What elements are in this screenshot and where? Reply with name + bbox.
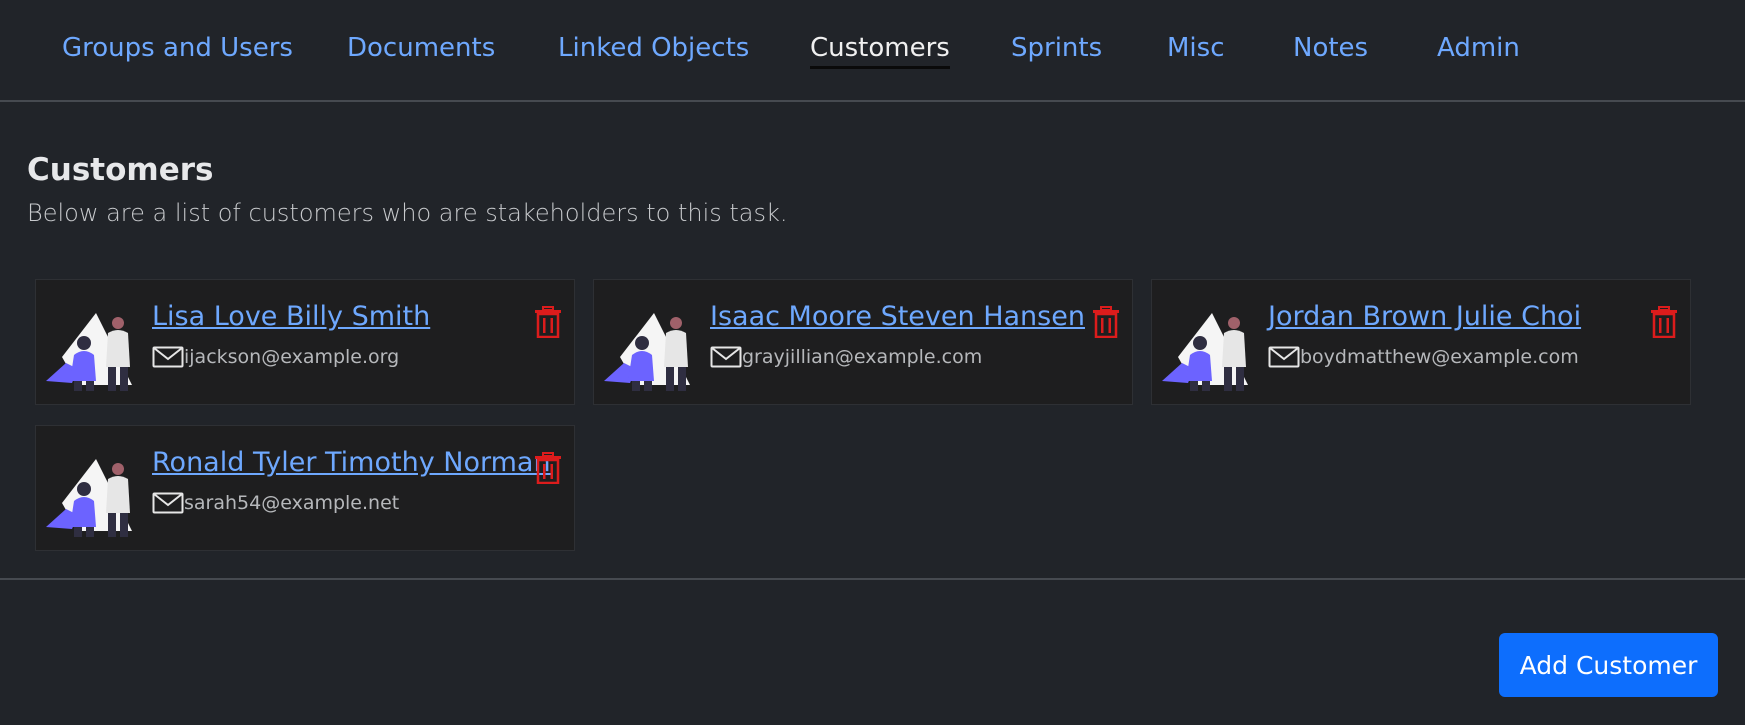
tab-documents[interactable]: Documents [347, 31, 495, 65]
envelope-icon [152, 492, 184, 514]
customer-name-link[interactable]: Isaac Moore Steven Hansen [710, 301, 1085, 332]
tab-admin[interactable]: Admin [1437, 31, 1520, 65]
envelope-icon [710, 346, 742, 368]
customer-name-link[interactable]: Jordan Brown Julie Choi [1268, 301, 1581, 332]
people-illustration [46, 313, 132, 391]
trash-icon[interactable] [534, 306, 562, 338]
section-divider [0, 578, 1745, 580]
people-illustration [46, 459, 132, 537]
envelope-icon [152, 346, 184, 368]
people-illustration [604, 313, 690, 391]
customer-card: Ronald Tyler Timothy Norman sarah54@exam… [35, 425, 575, 551]
customer-name-link[interactable]: Lisa Love Billy Smith [152, 301, 430, 332]
trash-icon[interactable] [1092, 306, 1120, 338]
tab-linked-objects[interactable]: Linked Objects [558, 31, 749, 65]
customer-card: Isaac Moore Steven Hansen grayjillian@ex… [593, 279, 1133, 405]
customer-card: Lisa Love Billy Smith ijackson@example.o… [35, 279, 575, 405]
trash-icon[interactable] [534, 452, 562, 484]
tab-misc[interactable]: Misc [1167, 31, 1225, 65]
customer-email: sarah54@example.net [184, 492, 400, 514]
tab-bar: Groups and Users Documents Linked Object… [0, 0, 1745, 102]
add-customer-button[interactable]: Add Customer [1499, 633, 1718, 697]
envelope-icon [1268, 346, 1300, 368]
customer-name-link[interactable]: Ronald Tyler Timothy Norman [152, 447, 551, 478]
tab-notes[interactable]: Notes [1293, 31, 1368, 65]
customer-card: Jordan Brown Julie Choi boydmatthew@exam… [1151, 279, 1691, 405]
tab-groups-and-users[interactable]: Groups and Users [62, 31, 293, 65]
trash-icon[interactable] [1650, 306, 1678, 338]
tab-sprints[interactable]: Sprints [1011, 31, 1102, 65]
section-description: Below are a list of customers who are st… [27, 199, 788, 227]
customer-email: boydmatthew@example.com [1300, 346, 1579, 368]
people-illustration [1162, 313, 1248, 391]
section-title: Customers [27, 152, 214, 188]
customer-email: ijackson@example.org [184, 346, 400, 368]
tab-customers[interactable]: Customers [810, 31, 950, 69]
customer-email: grayjillian@example.com [742, 346, 983, 368]
